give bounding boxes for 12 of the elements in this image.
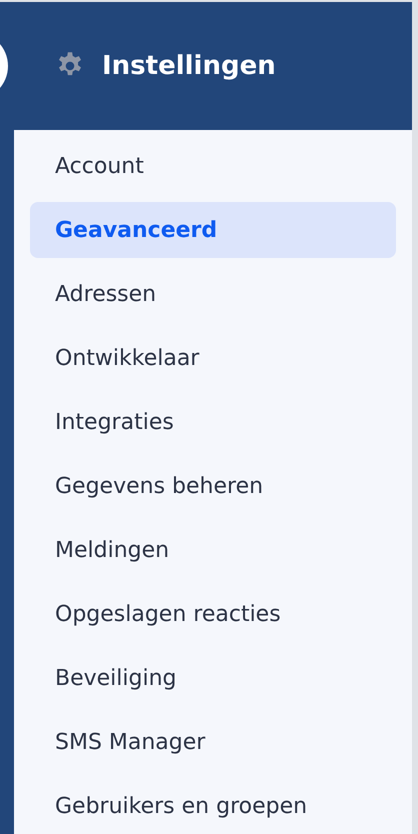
menu-item[interactable]: Opgeslagen reacties: [30, 586, 396, 642]
menu-item[interactable]: Adressen: [30, 266, 396, 322]
menu-item[interactable]: SMS Manager: [30, 714, 396, 770]
menu-item[interactable]: Gegevens beheren: [30, 458, 396, 514]
menu-item[interactable]: Geavanceerd: [30, 202, 396, 258]
menu-item[interactable]: Meldingen: [30, 522, 396, 578]
menu-item[interactable]: Beveiliging: [30, 650, 396, 706]
menu-item[interactable]: Integraties: [30, 394, 396, 450]
header-title: Instellingen: [102, 51, 276, 81]
menu-item[interactable]: Gebruikers en groepen: [30, 778, 396, 834]
menu-item[interactable]: Account: [30, 138, 396, 194]
menu-item[interactable]: Ontwikkelaar: [30, 330, 396, 386]
